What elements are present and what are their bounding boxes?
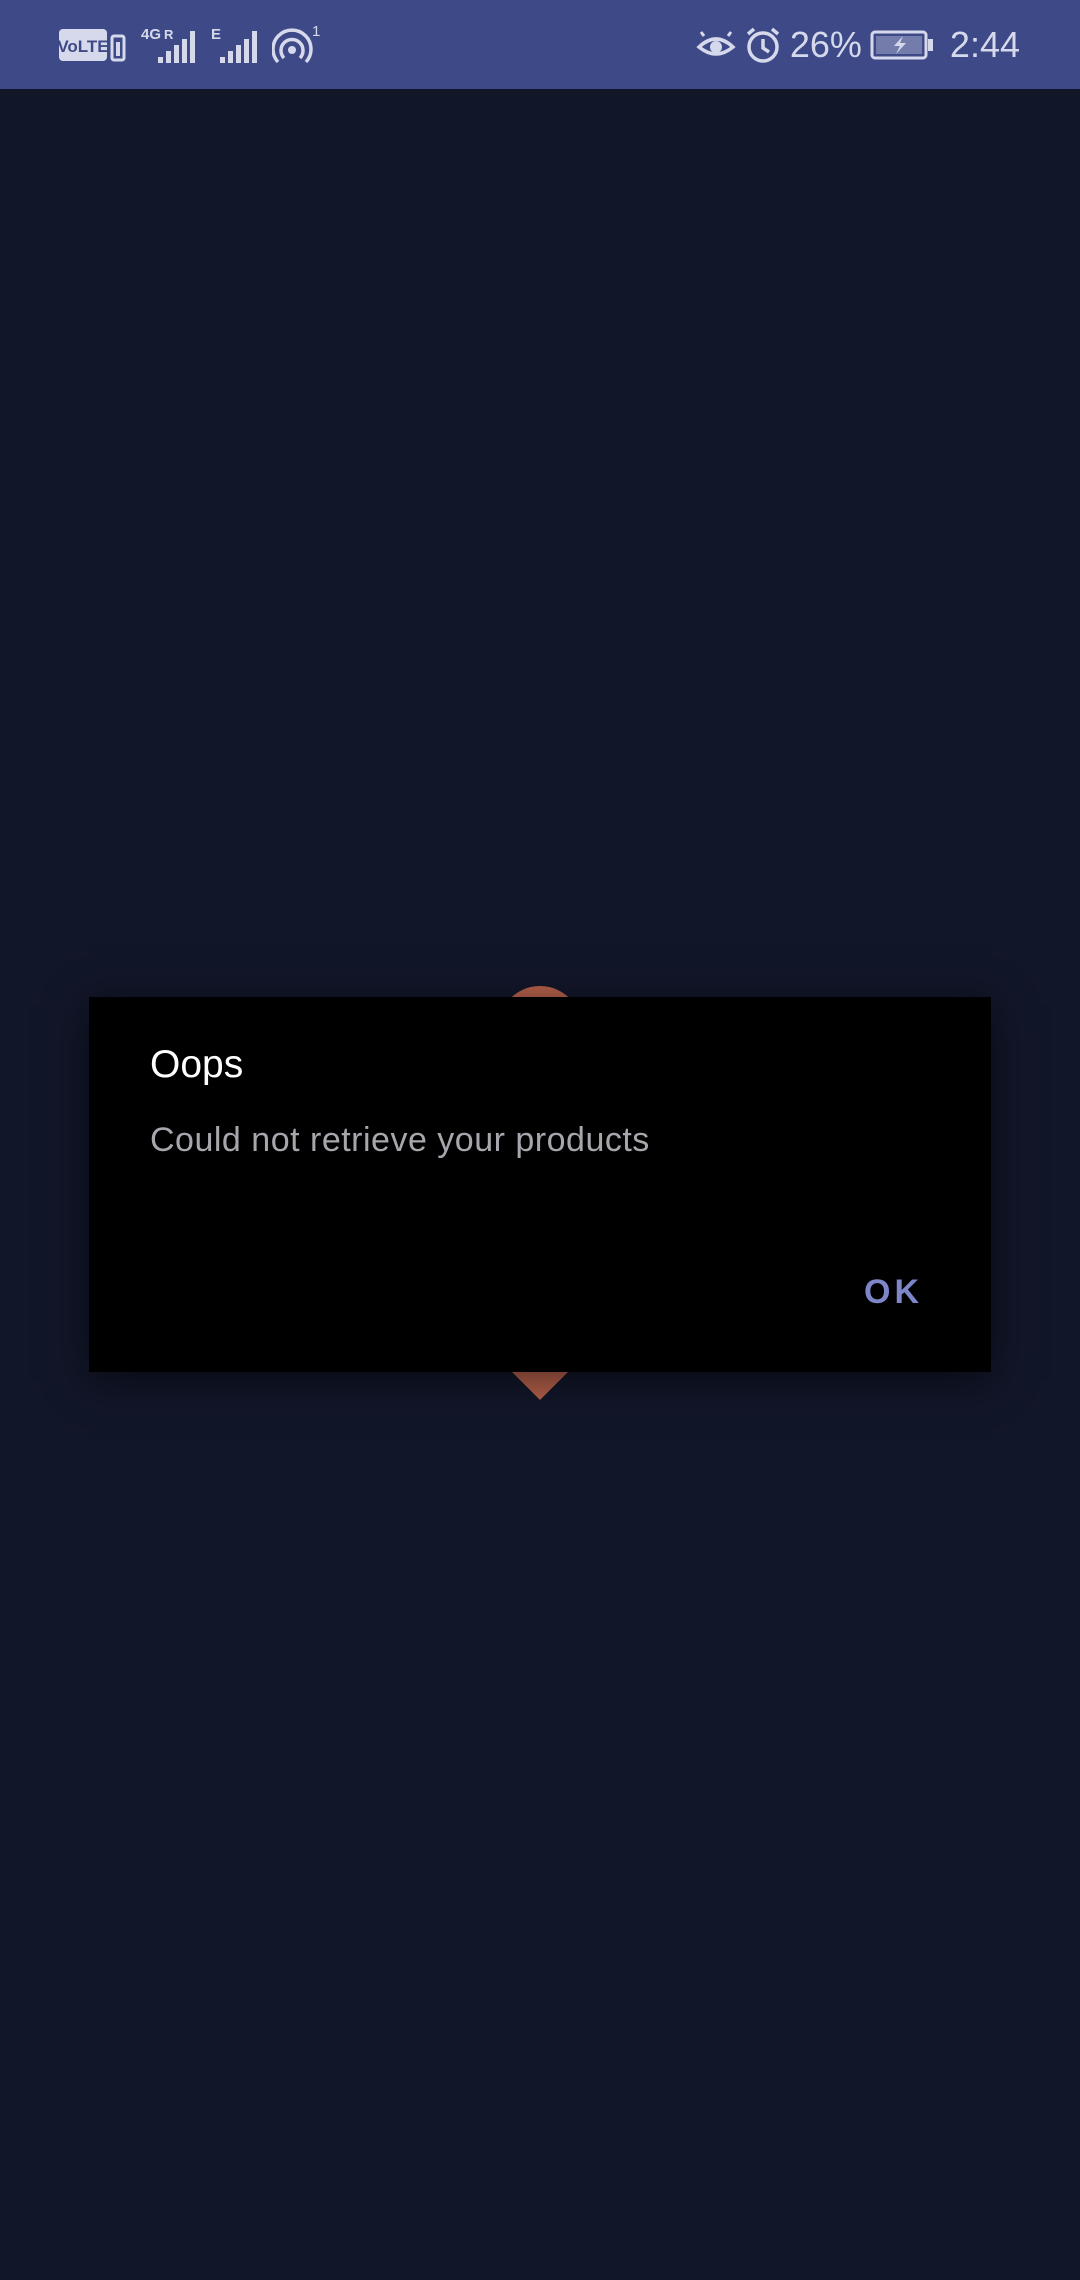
hotspot-icon: 1: [272, 24, 324, 66]
hotspot-count: 1: [312, 24, 320, 40]
volte-label: VoLTE: [58, 37, 109, 56]
signal-4g-icon: 4G R: [140, 25, 196, 65]
dialog-message: Could not retrieve your products: [150, 1121, 650, 1159]
status-bar-left: VoLTE 4G R E 1: [58, 20, 324, 70]
network-4g-label: 4G: [141, 26, 161, 43]
signal-e-icon: E: [210, 25, 258, 65]
error-dialog: Oops Could not retrieve your products OK: [89, 997, 991, 1372]
loading-pointer-icon: [510, 1370, 570, 1400]
battery-charging-icon: [870, 30, 934, 60]
status-bar: VoLTE 4G R E 1 26% 2:44: [0, 0, 1080, 89]
status-bar-right: 26% 2:44: [696, 20, 1020, 70]
clock-time: 2:44: [949, 24, 1020, 65]
alarm-icon: [744, 26, 782, 64]
svg-text:R: R: [164, 27, 174, 42]
eye-comfort-icon: [696, 27, 736, 63]
volte-icon: VoLTE: [58, 26, 126, 64]
network-e-label: E: [211, 26, 221, 43]
ok-button[interactable]: OK: [858, 1265, 929, 1320]
screen: VoLTE 4G R E 1 26% 2:44 Oops Could not r…: [0, 0, 1080, 2280]
battery-percent: 26%: [789, 24, 862, 65]
dialog-title: Oops: [150, 1043, 244, 1086]
